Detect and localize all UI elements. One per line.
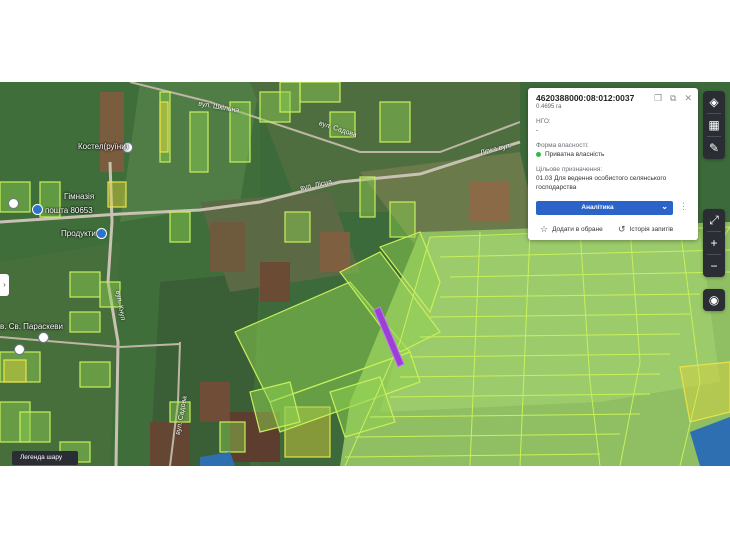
add-favorite-label: Додати в обране: [552, 226, 603, 233]
cadastre-layer-icon[interactable]: ▦: [703, 114, 725, 136]
open-external-icon[interactable]: ⧉: [670, 94, 676, 103]
history-icon: ↺: [618, 224, 626, 234]
church-label: в. Св. Параскеви: [0, 322, 64, 331]
poi-marker-post[interactable]: [32, 204, 43, 215]
layer-legend-button[interactable]: Легенда шару: [12, 451, 78, 465]
poi-marker-shop[interactable]: [96, 228, 107, 239]
layers-icon[interactable]: ◈: [703, 91, 725, 113]
copy-icon[interactable]: ❐: [654, 94, 662, 103]
purpose-value-line2: господарства: [536, 184, 577, 191]
parcel-info-card: 4620388000:08:012:0037 0.4695 га ❐ ⧉ ✕ Н…: [528, 88, 698, 240]
poi-marker-church[interactable]: [38, 332, 49, 343]
ownership-value: Приватна власність: [545, 151, 605, 158]
ruler-icon[interactable]: ✎: [703, 137, 725, 159]
shop-label: Продукти: [61, 229, 96, 238]
purpose-label: Цільове призначення:: [536, 166, 603, 173]
post-label: пошта 80653: [45, 206, 93, 215]
star-icon: ☆: [540, 224, 549, 234]
close-icon[interactable]: ✕: [684, 94, 692, 103]
cadastral-number: 4620388000:08:012:0037: [536, 93, 635, 103]
school-label: Гімназія: [64, 192, 95, 201]
locate-toolbar: ◉: [703, 289, 725, 311]
zoom-out-icon[interactable]: −: [703, 255, 725, 277]
chevron-down-icon: ⌄: [661, 202, 668, 211]
request-history-label: Історія запитів: [629, 226, 674, 233]
zoom-in-icon[interactable]: +: [703, 232, 725, 254]
ownership-status-dot: [536, 151, 541, 157]
request-history-button[interactable]: ↺ Історія запитів: [618, 224, 673, 235]
zoom-toolbar: ⤢ + −: [703, 209, 725, 277]
ngo-label: НГО:: [536, 118, 551, 125]
poi-marker-church2[interactable]: [14, 344, 25, 355]
more-options-icon[interactable]: ⋮: [679, 201, 688, 212]
ngo-value: -: [536, 127, 539, 134]
expand-panel-button[interactable]: ›: [0, 274, 9, 296]
analytics-button[interactable]: Аналітика ⌄: [536, 201, 673, 215]
analytics-label: Аналітика: [581, 204, 614, 211]
add-favorite-button[interactable]: ☆ Додати в обране: [540, 224, 603, 235]
poi-marker-school[interactable]: [8, 198, 19, 209]
parcel-area: 0.4695 га: [536, 104, 562, 110]
ownership-label: Форма власності:: [536, 142, 589, 149]
settlement-label: Костел(руїни): [78, 142, 129, 151]
locate-icon[interactable]: ◉: [703, 289, 725, 311]
layer-legend-label: Легенда шару: [20, 454, 63, 461]
purpose-value-line1: 01.03 Для ведення особистого селянського: [536, 175, 667, 182]
map-tools-toolbar: ◈ ▦ ✎: [703, 91, 725, 159]
fullscreen-icon[interactable]: ⤢: [703, 209, 725, 231]
ownership-value-row: Приватна власність: [536, 151, 604, 158]
